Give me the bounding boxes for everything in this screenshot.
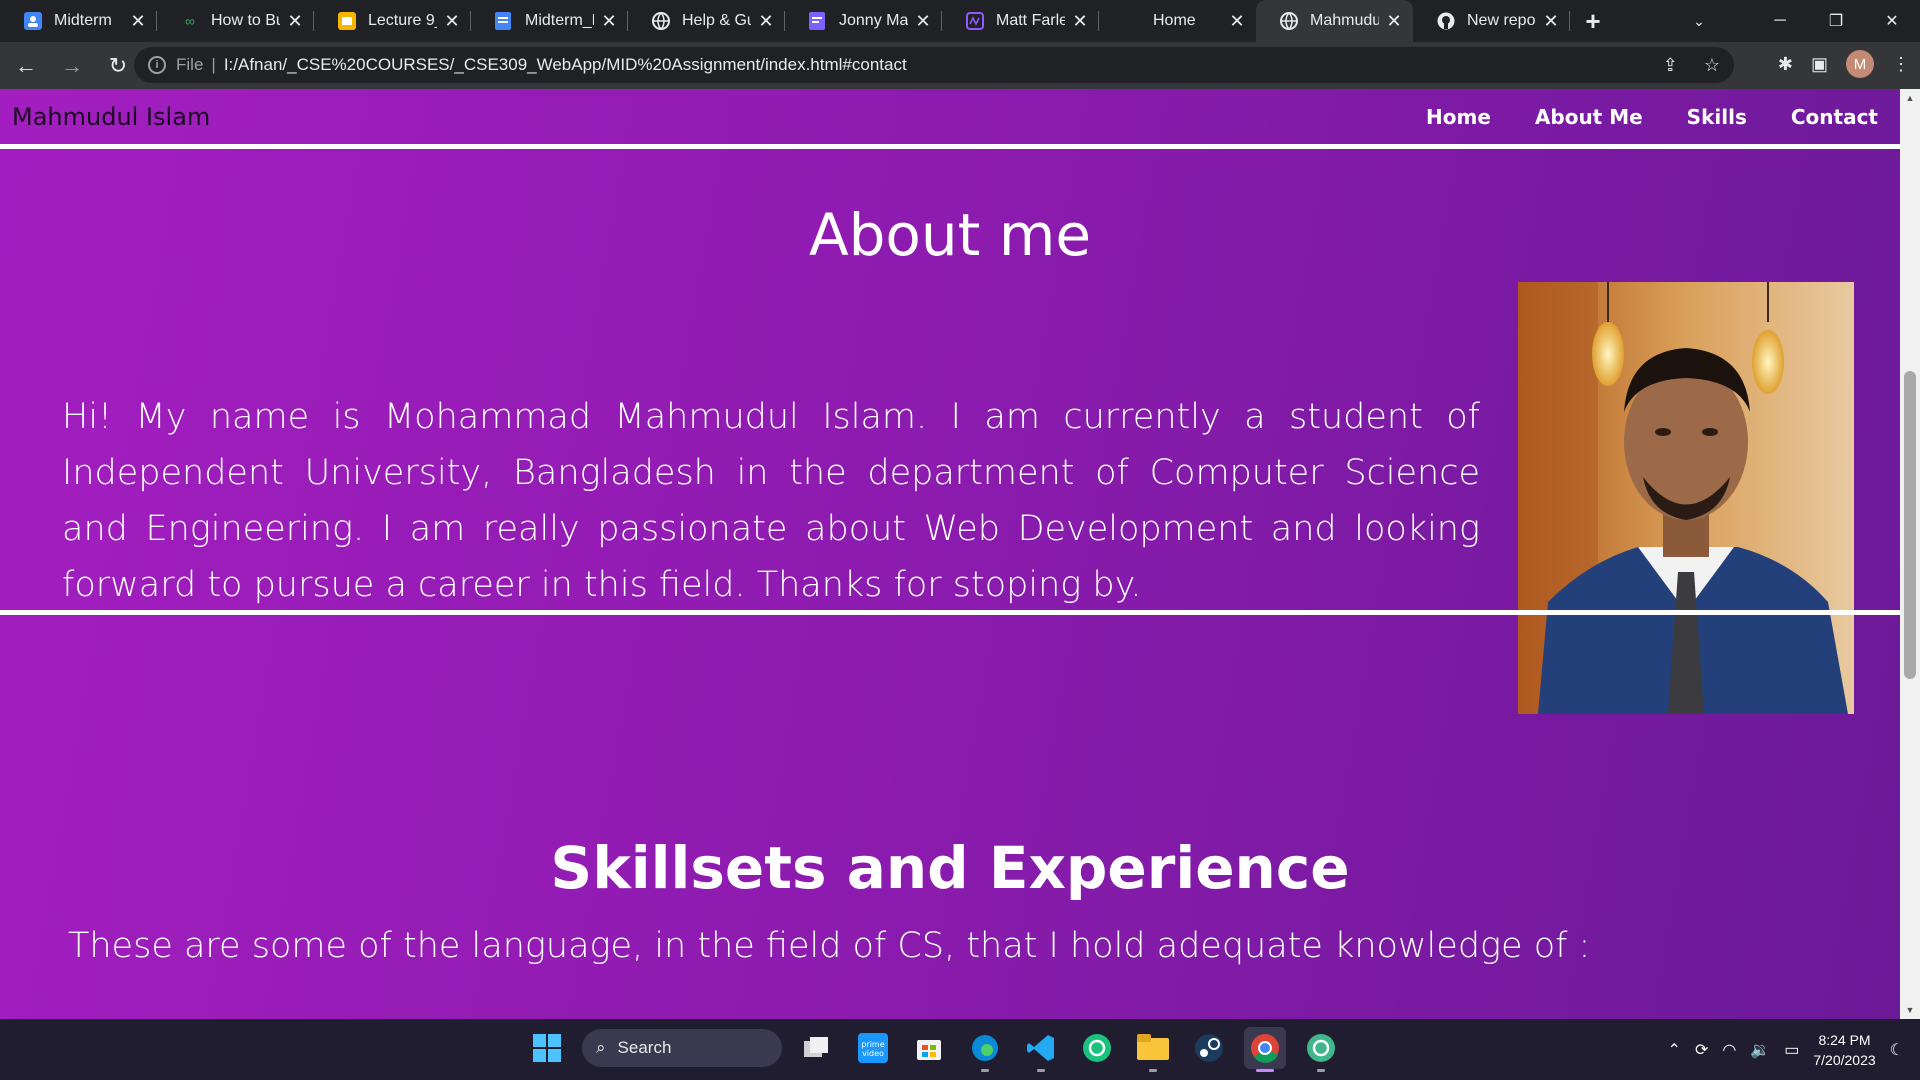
share-icon[interactable]: ⇪	[1663, 55, 1678, 76]
nav-links: Home About Me Skills Contact	[1426, 105, 1878, 129]
site-navbar: Mahmudul Islam Home About Me Skills Cont…	[0, 89, 1900, 144]
close-icon[interactable]: ✕	[286, 11, 304, 32]
close-icon[interactable]: ✕	[1071, 11, 1089, 32]
globe-icon	[652, 12, 670, 30]
profile-photo	[1518, 282, 1854, 714]
battery-icon[interactable]: ▭	[1784, 1040, 1799, 1060]
wifi-icon[interactable]: ◠	[1722, 1040, 1736, 1060]
link-icon: ∞	[185, 13, 195, 29]
side-panel-icon[interactable]: ▣	[1811, 54, 1828, 75]
slides-icon	[338, 12, 356, 30]
chevron-up-icon[interactable]: ⌃	[1668, 1040, 1681, 1060]
window-controls: ⌄ ─ ❐ ✕	[1676, 0, 1920, 42]
tab-midterm-pdf[interactable]: Midterm_Pc ✕	[471, 0, 628, 42]
close-window-icon[interactable]: ✕	[1864, 11, 1920, 31]
url-text[interactable]: I:/Afnan/_CSE%20COURSES/_CSE309_WebApp/M…	[224, 55, 907, 75]
system-tray: ⌃ ⟳ ◠ 🔉 ▭ 8:24 PM 7/20/2023 ☾	[1668, 1019, 1920, 1080]
nav-link-contact[interactable]: Contact	[1791, 105, 1878, 129]
search-icon: ⌕	[596, 1038, 606, 1057]
nav-link-about[interactable]: About Me	[1535, 105, 1643, 129]
taskbar-search[interactable]: ⌕ Search	[582, 1029, 782, 1067]
doc-icon	[809, 12, 827, 30]
windows-taskbar: ⌕ Search prime video ⌃ ⟳ ◠ 🔉 ▭ 8:24 PM 7/…	[0, 1019, 1920, 1080]
avatar[interactable]: M	[1846, 50, 1874, 78]
close-icon[interactable]: ✕	[129, 11, 147, 32]
close-icon[interactable]: ✕	[1542, 11, 1560, 32]
taskbar-clock[interactable]: 8:24 PM 7/20/2023	[1813, 1030, 1875, 1070]
chatgpt-icon[interactable]	[1076, 1027, 1118, 1069]
extensions-icon[interactable]: ✱	[1778, 54, 1793, 75]
nav-link-home[interactable]: Home	[1426, 105, 1491, 129]
tab-home[interactable]: Home ✕	[1099, 0, 1256, 42]
tab-how-to-build[interactable]: ∞ How to Buil ✕	[157, 0, 314, 42]
close-icon[interactable]: ✕	[914, 11, 932, 32]
scroll-up-icon[interactable]: ▲	[1904, 93, 1916, 103]
site-brand[interactable]: Mahmudul Islam	[12, 103, 210, 131]
tab-mahmudul-active[interactable]: Mahmudul ✕	[1256, 0, 1413, 42]
close-icon[interactable]: ✕	[1228, 11, 1246, 32]
close-icon[interactable]: ✕	[1385, 11, 1403, 32]
divider	[0, 610, 1900, 615]
tab-new-repository[interactable]: New reposi ✕	[1413, 0, 1570, 42]
vscode-icon[interactable]	[1020, 1027, 1062, 1072]
tab-midterm[interactable]: Midterm ✕	[0, 0, 157, 42]
divider	[0, 144, 1900, 149]
classroom-icon	[24, 12, 42, 30]
github-icon	[1437, 12, 1455, 30]
about-paragraph: Hi! My name is Mohammad Mahmudul Islam. …	[62, 397, 1480, 605]
chatgpt-app-icon[interactable]	[1300, 1027, 1342, 1072]
microsoft-store-icon[interactable]	[908, 1027, 950, 1069]
sync-icon[interactable]: ⟳	[1695, 1040, 1708, 1060]
back-icon[interactable]: ←	[6, 46, 46, 86]
prime-video-icon[interactable]: prime video	[852, 1027, 894, 1069]
nav-link-skills[interactable]: Skills	[1687, 105, 1747, 129]
about-heading: About me	[808, 201, 1092, 269]
new-tab-button[interactable]: +	[1570, 6, 1616, 37]
close-icon[interactable]: ✕	[443, 11, 461, 32]
browser-toolbar: ← → ↻ i File | I:/Afnan/_CSE%20COURSES/_…	[0, 42, 1920, 89]
page-scrollbar[interactable]: ▲ ▼	[1900, 89, 1920, 1019]
scroll-down-icon[interactable]: ▼	[1904, 1005, 1916, 1015]
close-icon[interactable]: ✕	[600, 11, 618, 32]
skills-intro: These are some of the language, in the f…	[68, 926, 1591, 966]
minimize-icon[interactable]: ─	[1752, 12, 1808, 30]
windows-start-icon[interactable]	[526, 1027, 568, 1069]
focus-moon-icon[interactable]: ☾	[1890, 1040, 1904, 1060]
tab-help-guide[interactable]: Help & Guic ✕	[628, 0, 785, 42]
globe-icon	[1280, 12, 1298, 30]
tab-strip: Midterm ✕ ∞ How to Buil ✕ Lecture 9_S ✕ …	[0, 0, 1920, 42]
page-viewport: Mahmudul Islam Home About Me Skills Cont…	[0, 89, 1900, 1019]
steam-icon[interactable]	[1188, 1027, 1230, 1069]
tab-search-icon[interactable]: ⌄	[1676, 13, 1722, 30]
scroll-thumb[interactable]	[1904, 371, 1916, 679]
restore-icon[interactable]: ❐	[1808, 11, 1864, 31]
forward-icon[interactable]: →	[52, 46, 92, 86]
address-bar[interactable]: i File | I:/Afnan/_CSE%20COURSES/_CSE309…	[134, 47, 1734, 83]
reload-icon[interactable]: ↻	[98, 46, 138, 86]
tab-jonny[interactable]: Jonny MacE ✕	[785, 0, 942, 42]
docs-icon	[495, 12, 513, 30]
svg-text:video: video	[862, 1049, 884, 1058]
volume-icon[interactable]: 🔉	[1750, 1040, 1770, 1060]
task-view-icon[interactable]	[796, 1027, 838, 1069]
menu-kebab-icon[interactable]: ⋮	[1892, 54, 1910, 75]
skills-heading: Skillsets and Experience	[550, 834, 1350, 902]
file-explorer-icon[interactable]	[1132, 1027, 1174, 1072]
tab-matt-farley[interactable]: Matt Farley ✕	[942, 0, 1099, 42]
edge-icon[interactable]	[964, 1027, 1006, 1072]
svg-text:prime: prime	[861, 1040, 884, 1049]
close-icon[interactable]: ✕	[757, 11, 775, 32]
tab-lecture[interactable]: Lecture 9_S ✕	[314, 0, 471, 42]
chrome-icon[interactable]	[1244, 1027, 1286, 1072]
info-icon[interactable]: i	[148, 56, 166, 74]
bookmark-star-icon[interactable]: ☆	[1704, 55, 1720, 76]
ai-icon	[966, 12, 984, 30]
